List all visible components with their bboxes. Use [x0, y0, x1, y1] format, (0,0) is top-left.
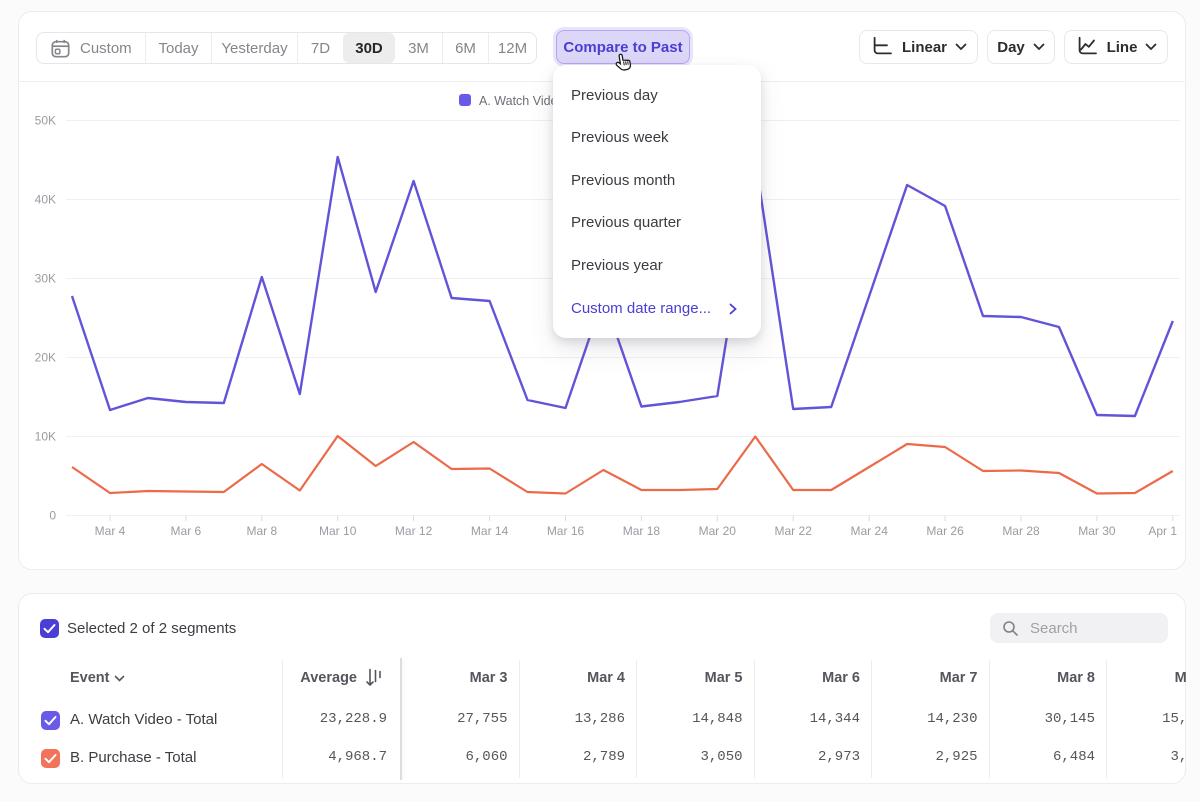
svg-text:Mar 18: Mar 18	[623, 524, 661, 538]
svg-text:Mar 30: Mar 30	[1078, 524, 1116, 538]
svg-text:Mar 4: Mar 4	[95, 524, 126, 538]
svg-text:Mar 10: Mar 10	[319, 524, 357, 538]
svg-text:Mar 22: Mar 22	[775, 524, 813, 538]
svg-text:Mar 12: Mar 12	[395, 524, 433, 538]
svg-text:30K: 30K	[35, 272, 56, 286]
svg-text:50K: 50K	[35, 114, 56, 128]
svg-text:20K: 20K	[35, 351, 56, 365]
svg-text:Mar 16: Mar 16	[547, 524, 585, 538]
svg-text:Mar 28: Mar 28	[1002, 524, 1040, 538]
svg-text:Mar 20: Mar 20	[699, 524, 737, 538]
svg-text:Mar 24: Mar 24	[851, 524, 889, 538]
svg-text:Apr 1: Apr 1	[1148, 524, 1177, 538]
svg-text:0: 0	[49, 509, 56, 523]
svg-text:Mar 14: Mar 14	[471, 524, 509, 538]
svg-text:Mar 6: Mar 6	[171, 524, 202, 538]
svg-text:Mar 26: Mar 26	[926, 524, 964, 538]
svg-text:40K: 40K	[35, 193, 56, 207]
svg-text:10K: 10K	[35, 430, 56, 444]
svg-text:Mar 8: Mar 8	[246, 524, 277, 538]
